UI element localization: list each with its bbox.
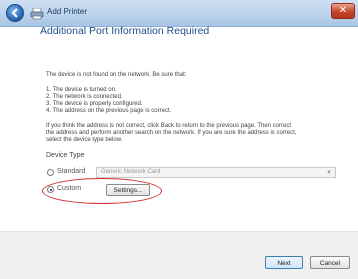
printer-icon	[30, 7, 44, 20]
instruction-line: the address and perform another search o…	[46, 130, 297, 136]
add-printer-window: Add Printer ✕ Additional Port Informatio…	[0, 0, 358, 279]
checklist-item: 2. The network is connected.	[46, 94, 123, 100]
device-type-value: Generic Network Card	[101, 169, 161, 175]
wizard-footer: Next Cancel	[0, 231, 358, 279]
checklist-item: 1. The device is turned on.	[46, 87, 117, 93]
close-button[interactable]: ✕	[331, 3, 355, 19]
instruction-line: select the device type below.	[46, 137, 123, 143]
close-icon: ✕	[338, 5, 348, 16]
device-type-select: Generic Network Card ▼	[96, 167, 336, 178]
title-bar: Add Printer ✕	[0, 0, 358, 27]
device-type-label: Device Type	[46, 152, 85, 159]
back-button[interactable]	[6, 4, 24, 22]
checklist-item: 4. The address on the previous page is c…	[46, 108, 172, 114]
page-heading: Additional Port Information Required	[40, 25, 210, 37]
cancel-button[interactable]: Cancel	[310, 256, 350, 269]
window-title: Add Printer	[47, 7, 88, 16]
chevron-down-icon: ▼	[326, 170, 332, 176]
intro-text: The device is not found on the network. …	[46, 72, 187, 78]
next-button[interactable]: Next	[265, 256, 303, 269]
standard-radio-label[interactable]: Standard	[57, 168, 85, 175]
instruction-line: If you think the address is not correct,…	[46, 123, 292, 129]
checklist-item: 3. The device is properly configured.	[46, 101, 143, 107]
standard-radio[interactable]	[47, 169, 54, 176]
highlight-annotation	[42, 178, 162, 204]
